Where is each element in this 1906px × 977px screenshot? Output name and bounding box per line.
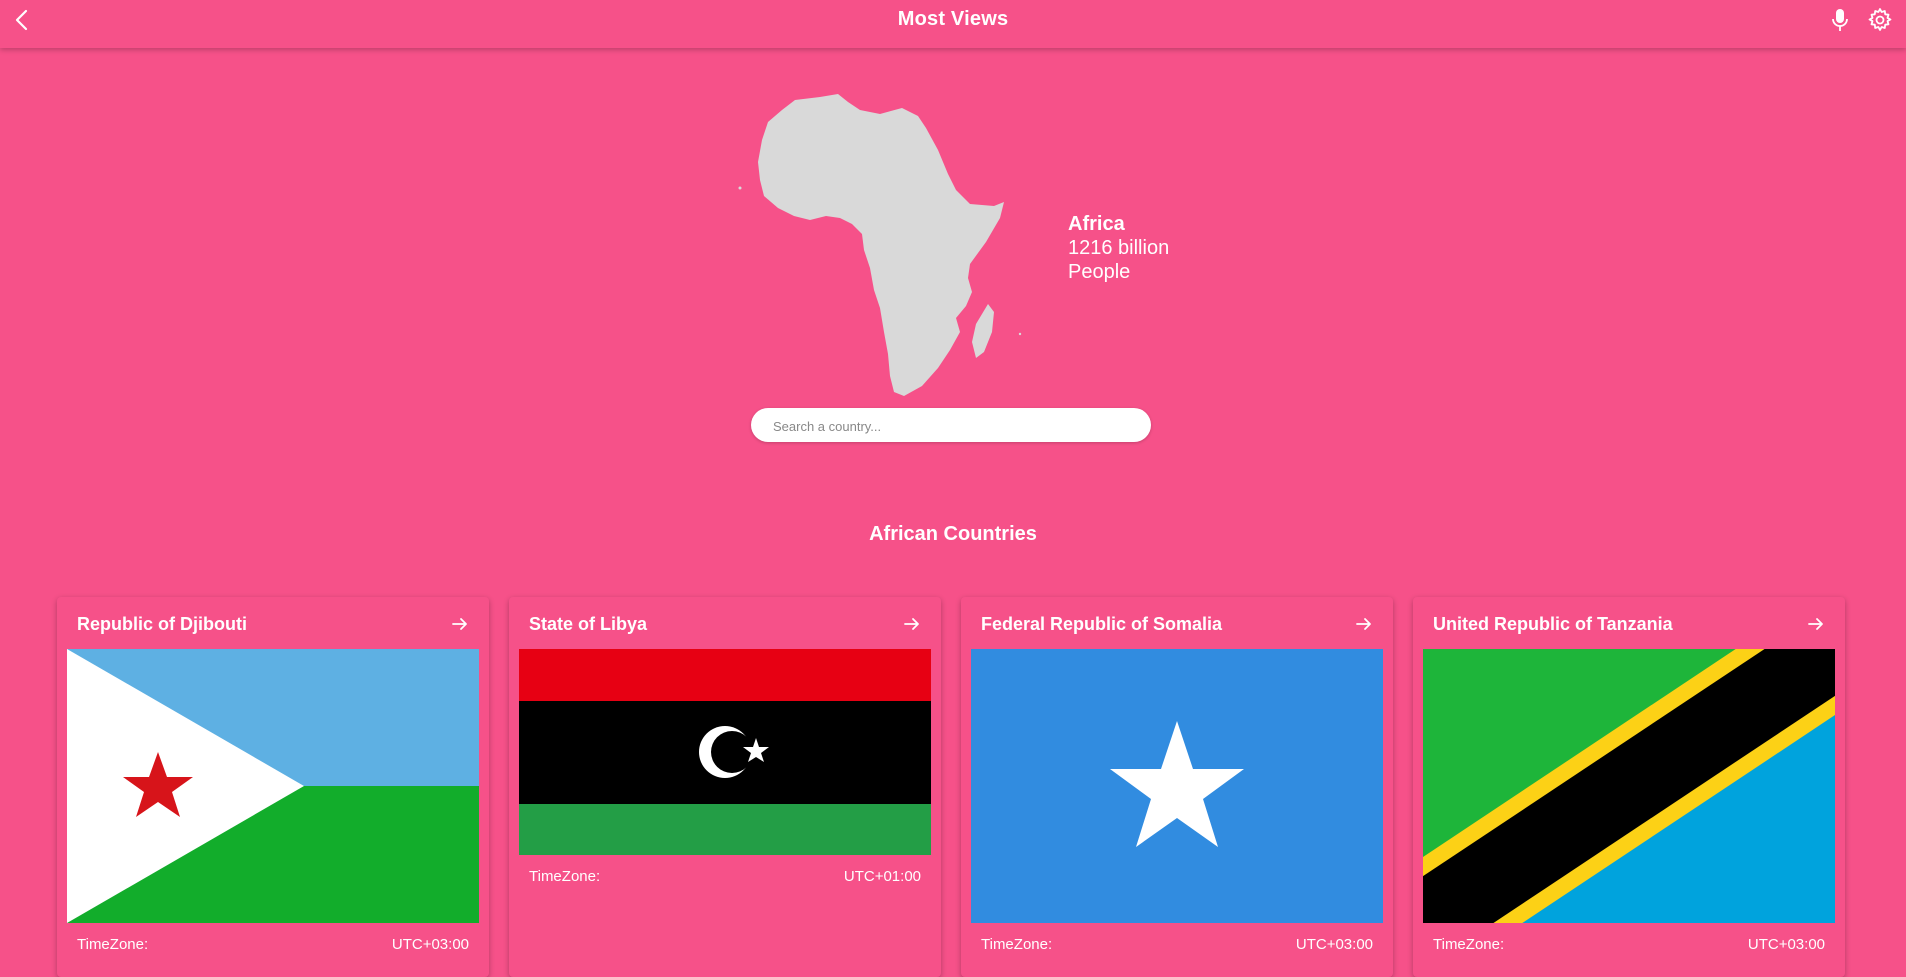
continent-info: Africa 1216 billion People xyxy=(1068,212,1268,284)
country-card[interactable]: United Republic of Tanzania TimeZone: UT… xyxy=(1413,597,1845,977)
continent-name: Africa xyxy=(1068,213,1125,235)
timezone-value: UTC+03:00 xyxy=(391,936,469,953)
microphone-icon[interactable] xyxy=(1826,6,1854,34)
country-name: United Republic of Tanzania xyxy=(1433,614,1673,634)
search-input[interactable] xyxy=(771,408,1135,444)
timezone-row: TimeZone: UTC+03:00 xyxy=(77,935,469,955)
country-card[interactable]: Federal Republic of Somalia TimeZone: UT… xyxy=(961,597,1393,977)
arrow-right-icon[interactable] xyxy=(1807,615,1825,633)
africa-map xyxy=(730,92,1030,397)
gear-icon[interactable] xyxy=(1866,6,1894,34)
section-title: African Countries xyxy=(869,523,1037,545)
timezone-value: UTC+01:00 xyxy=(843,868,921,885)
timezone-value: UTC+03:00 xyxy=(1295,936,1373,953)
timezone-label: TimeZone: xyxy=(77,936,149,953)
tanzania-flag xyxy=(1423,649,1835,923)
arrow-right-icon[interactable] xyxy=(903,615,921,633)
timezone-row: TimeZone: UTC+03:00 xyxy=(981,935,1373,955)
timezone-row: TimeZone: UTC+03:00 xyxy=(1433,935,1825,955)
libya-flag xyxy=(519,649,931,855)
timezone-label: TimeZone: xyxy=(1433,936,1505,953)
timezone-label: TimeZone: xyxy=(529,868,601,885)
continent-population: 1216 billion xyxy=(1068,237,1170,259)
djibouti-flag xyxy=(67,649,479,923)
page-title: Most Views xyxy=(897,8,1009,30)
timezone-value: UTC+03:00 xyxy=(1747,936,1825,953)
continent-population-unit: People xyxy=(1068,261,1131,283)
country-card[interactable]: State of Libya TimeZone: UTC+01:00 xyxy=(509,597,941,977)
country-name: Federal Republic of Somalia xyxy=(981,614,1223,634)
app-bar: Most Views xyxy=(0,0,1906,48)
country-name: State of Libya xyxy=(529,614,648,634)
somalia-flag xyxy=(971,649,1383,923)
country-card[interactable]: Republic of Djibouti TimeZone: UTC+03:00 xyxy=(57,597,489,977)
timezone-label: TimeZone: xyxy=(981,936,1053,953)
search-box xyxy=(751,408,1151,444)
arrow-right-icon[interactable] xyxy=(1355,615,1373,633)
country-name: Republic of Djibouti xyxy=(77,614,247,634)
arrow-right-icon[interactable] xyxy=(451,615,469,633)
timezone-row: TimeZone: UTC+01:00 xyxy=(529,867,921,887)
